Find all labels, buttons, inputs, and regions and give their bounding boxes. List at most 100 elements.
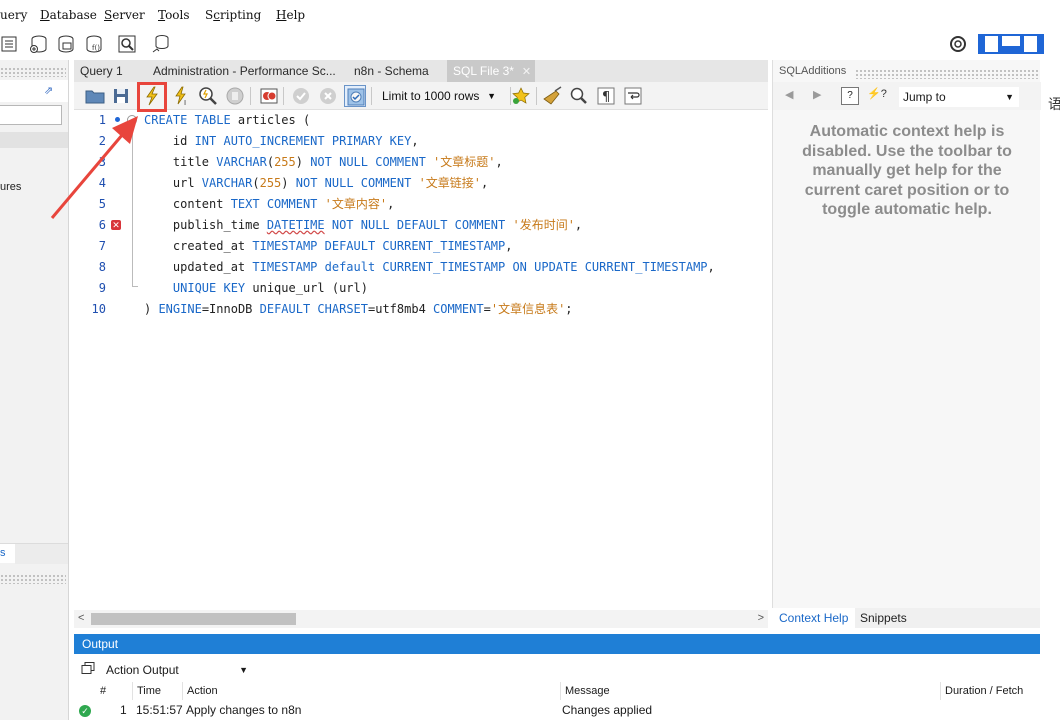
scrollbar-thumb[interactable]	[91, 613, 296, 625]
explain-magnifier-icon[interactable]	[197, 85, 219, 107]
code-token: '文章信息表'	[490, 302, 566, 316]
tab-snippets[interactable]: Snippets	[853, 608, 914, 628]
scroll-left-icon[interactable]: <	[78, 612, 84, 624]
save-file-icon[interactable]	[110, 85, 132, 107]
code-line[interactable]: 9 UNIQUE KEY unique_url (url)	[74, 278, 768, 299]
editor-tab-bar: Query 1 Administration - Performance Sc.…	[74, 60, 768, 82]
toggle-stop-on-error-icon[interactable]	[258, 85, 280, 107]
tab-sql-file-3[interactable]: SQL File 3* ✕	[447, 60, 535, 82]
commit-check-icon[interactable]	[290, 85, 312, 107]
execute-current-statement-icon[interactable]: I	[170, 85, 192, 107]
code-token: '发布时间'	[512, 218, 575, 232]
code-token: ,	[505, 239, 513, 253]
code-line[interactable]: 3 title VARCHAR(255) NOT NULL COMMENT '文…	[74, 152, 768, 173]
code-line[interactable]: 1 CREATE TABLE articles (	[74, 110, 768, 131]
scroll-right-icon[interactable]: >	[758, 612, 764, 624]
row-time: 15:51:57	[136, 703, 183, 717]
code-line[interactable]: 5 content TEXT COMMENT '文章内容',	[74, 194, 768, 215]
code-line[interactable]: 2 id INT AUTO_INCREMENT PRIMARY KEY,	[74, 131, 768, 152]
line-number: 7	[98, 239, 106, 253]
code-line[interactable]: 6 publish_time DATETIME NOT NULL DEFAULT…	[74, 215, 768, 236]
right-edge-area: 语	[1042, 60, 1060, 628]
back-arrow-icon[interactable]: ◀	[785, 88, 793, 101]
autocommit-toggle-icon[interactable]	[344, 85, 366, 107]
menu-scripting[interactable]: Scripting	[205, 8, 261, 22]
code-token: UNIQUE KEY	[144, 281, 253, 295]
beautify-broom-icon[interactable]	[541, 85, 563, 107]
tab-n8n-schema[interactable]: n8n - Schema	[348, 60, 434, 82]
forward-arrow-icon[interactable]: ▶	[813, 88, 821, 101]
code-line[interactable]: 10) ENGINE=InnoDB DEFAULT CHARSET=utf8mb…	[74, 299, 768, 320]
create-function-icon[interactable]: f()	[83, 33, 105, 55]
auto-help-icon[interactable]: ⚡?	[867, 87, 887, 105]
column-header-message[interactable]: Message	[560, 682, 940, 700]
tab-administration[interactable]: Administration - Performance Sc...	[147, 60, 339, 82]
code-token: '文章标题'	[433, 155, 496, 169]
toggle-secondary-sidebar-icon[interactable]	[1022, 33, 1044, 54]
create-table-icon[interactable]	[55, 33, 77, 55]
svg-text:f(): f()	[92, 44, 100, 52]
code-token: NOT NULL COMMENT	[310, 155, 434, 169]
menu-query[interactable]: uery	[0, 8, 27, 22]
code-token: =	[483, 302, 491, 316]
column-header-action[interactable]: Action	[182, 682, 560, 700]
code-token: '文章内容'	[324, 197, 388, 211]
invisible-chars-pilcrow-icon[interactable]: ¶	[595, 85, 617, 107]
add-snippet-star-icon[interactable]	[510, 85, 532, 107]
menu-server[interactable]: Server	[104, 8, 145, 22]
stop-hand-icon[interactable]	[224, 85, 246, 107]
sql-editor[interactable]: ✕ 1 CREATE TABLE articles (2 id INT AUTO_…	[74, 110, 768, 610]
code-token: ,	[707, 260, 715, 274]
find-magnifier-icon[interactable]	[568, 85, 590, 107]
reconnect-icon[interactable]	[150, 33, 172, 55]
close-tab-icon[interactable]: ✕	[522, 66, 531, 78]
column-header-num[interactable]: #	[96, 682, 132, 700]
collapse-arrows-icon[interactable]: ⇗	[44, 84, 53, 97]
code-token: ,	[495, 155, 503, 169]
tab-context-help[interactable]: Context Help	[772, 608, 856, 628]
context-help-message: Automatic context help is disabled. Use …	[802, 123, 1012, 218]
output-type-select[interactable]: Action Output ▼	[102, 660, 252, 680]
code-token: ,	[481, 176, 489, 190]
column-header-duration[interactable]: Duration / Fetch	[940, 682, 1040, 700]
word-wrap-icon[interactable]	[622, 85, 644, 107]
code-text: url VARCHAR(255) NOT NULL COMMENT '文章链接'…	[144, 173, 488, 194]
table-row[interactable]: ✓ 1 15:51:57 Apply changes to n8n Change…	[74, 700, 1040, 720]
code-line[interactable]: 7 created_at TIMESTAMP DEFAULT CURRENT_T…	[74, 236, 768, 257]
code-token: (	[266, 155, 275, 169]
sidebar-tab-partial[interactable]: s	[0, 547, 6, 559]
manual-help-icon[interactable]: ?	[841, 87, 859, 105]
menu-tools[interactable]: Tools	[158, 8, 190, 22]
inspector-icon[interactable]	[116, 33, 138, 55]
code-token: (	[252, 176, 260, 190]
open-file-icon[interactable]	[84, 85, 106, 107]
code-token: InnoDB	[209, 302, 260, 316]
column-header-time[interactable]: Time	[132, 682, 182, 700]
copy-output-icon[interactable]	[81, 662, 95, 675]
code-token: NOT NULL COMMENT	[295, 176, 419, 190]
rollback-x-icon[interactable]	[317, 85, 339, 107]
create-schema-icon[interactable]	[28, 33, 50, 55]
menu-help[interactable]: Help	[276, 8, 305, 22]
menu-database[interactable]: Database	[40, 8, 97, 22]
sidebar-tree-item-procedures[interactable]: ures	[0, 181, 21, 193]
limit-rows-select[interactable]: Limit to 1000 rows ▼	[376, 86, 502, 106]
toggle-output-icon[interactable]	[1000, 33, 1022, 54]
jump-to-select[interactable]: Jump to ▼	[899, 87, 1019, 107]
code-token: )	[295, 155, 311, 169]
code-token: ,	[387, 197, 395, 211]
editor-horizontal-scrollbar[interactable]: < >	[74, 610, 768, 628]
code-token: url	[144, 176, 202, 190]
code-line[interactable]: 4 url VARCHAR(255) NOT NULL COMMENT '文章链…	[74, 173, 768, 194]
tab-sql-file-3-label: SQL File 3*	[453, 64, 514, 78]
line-number: 8	[98, 260, 106, 274]
tab-query-1[interactable]: Query 1	[74, 60, 142, 82]
toggle-sidebar-icon[interactable]	[978, 33, 1000, 54]
new-sql-tab-icon[interactable]	[0, 33, 22, 55]
output-table-header: # Time Action Message Duration / Fetch	[74, 682, 1040, 700]
settings-gear-icon[interactable]	[947, 33, 969, 55]
code-line[interactable]: 8 updated_at TIMESTAMP default CURRENT_T…	[74, 257, 768, 278]
code-token: content	[144, 197, 231, 211]
row-message: Changes applied	[562, 703, 653, 717]
sidebar-tab-inactive[interactable]	[15, 544, 68, 564]
